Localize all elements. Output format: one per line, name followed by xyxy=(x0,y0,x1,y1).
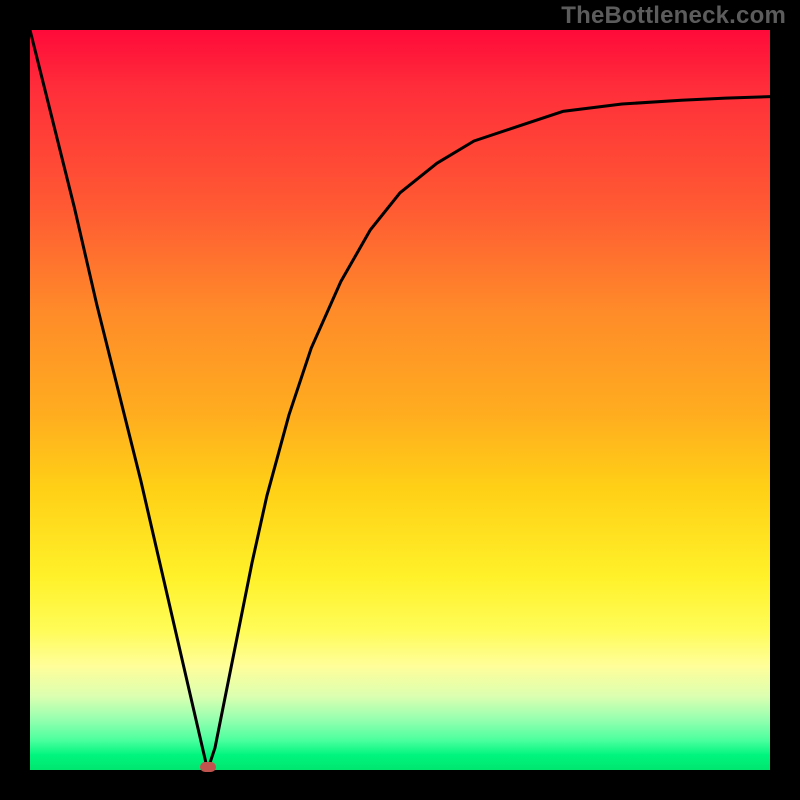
bottleneck-curve xyxy=(30,30,770,770)
watermark-text: TheBottleneck.com xyxy=(561,2,786,30)
optimum-marker xyxy=(200,762,216,772)
curve-svg xyxy=(30,30,770,770)
chart-frame: TheBottleneck.com xyxy=(0,0,800,800)
plot-area xyxy=(30,30,770,770)
